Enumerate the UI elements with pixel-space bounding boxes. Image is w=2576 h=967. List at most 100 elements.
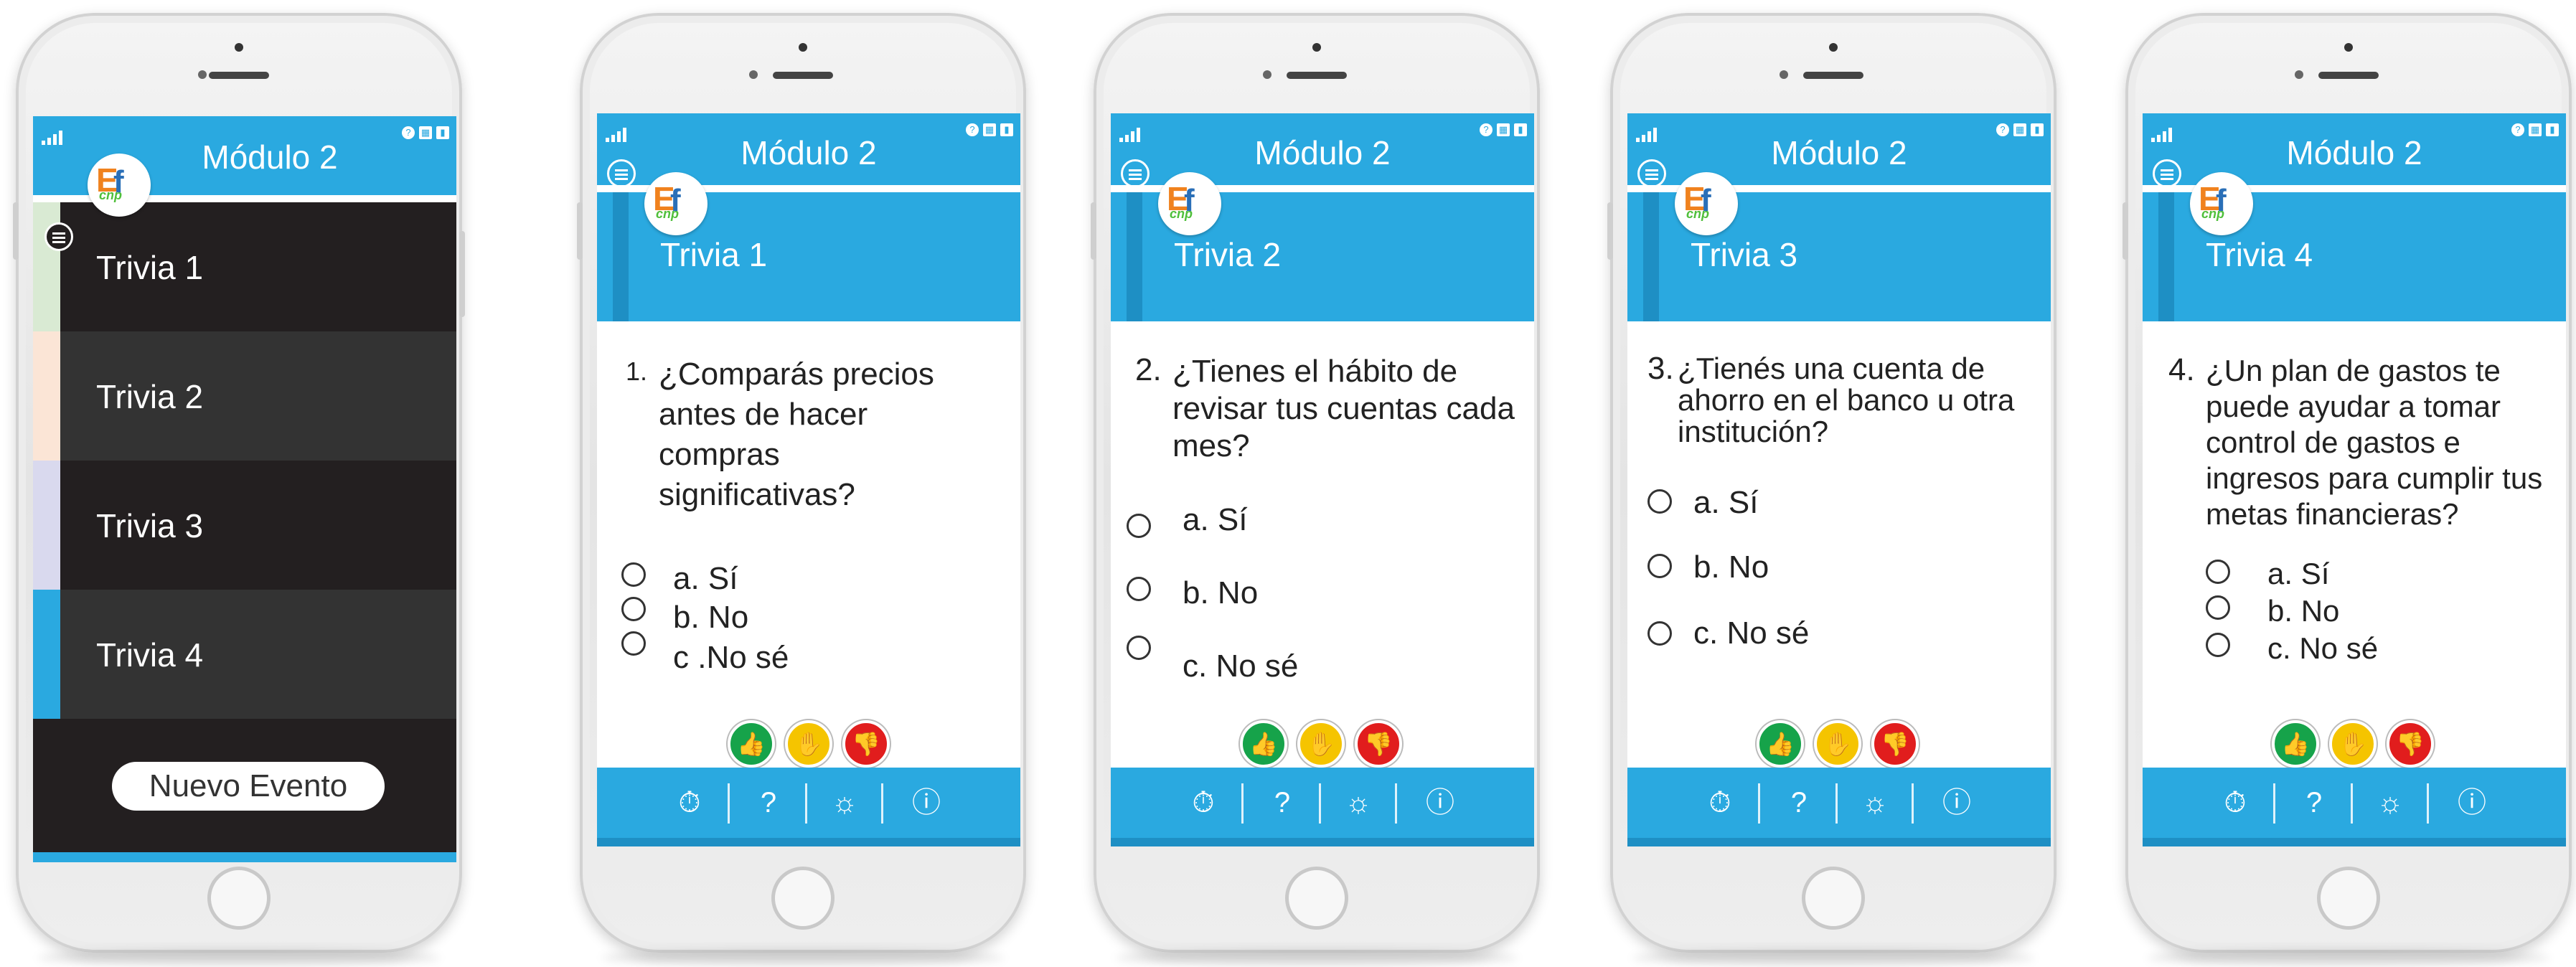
phone-trivia-3: Módulo 2 ? ▦ ▮ Trivia 3 Ef cnp 3. ¿Tienés u…: [1607, 13, 2056, 953]
help-icon[interactable]: ?: [1263, 783, 1302, 822]
status-icons: ? ▦ ▮: [402, 126, 449, 139]
header-strip: [1127, 192, 1142, 321]
side-button: [13, 202, 19, 260]
option-c-radio[interactable]: [621, 631, 646, 656]
menu-item-trivia-4[interactable]: Trivia 4: [33, 590, 456, 719]
nav-separator: [1241, 783, 1244, 824]
hand-icon[interactable]: ✋: [785, 720, 832, 768]
question-text: 3. ¿Tienés una cuenta de ahorro en el ba…: [1647, 353, 2048, 448]
home-button: [771, 867, 835, 930]
stopwatch-icon[interactable]: ⏱: [670, 783, 709, 822]
earpiece: [1803, 72, 1863, 79]
menu-accent: [33, 202, 60, 331]
battery-icon: ▮: [2031, 123, 2044, 136]
info-icon[interactable]: ⓘ: [1937, 783, 1976, 822]
bottom-nav: ⏱ ? ☼ ⓘ: [1111, 768, 1534, 846]
menu-icon[interactable]: [1121, 159, 1150, 188]
hand-icon[interactable]: ✋: [2329, 720, 2377, 768]
nav-separator: [1835, 783, 1838, 824]
option-b-radio[interactable]: [1127, 577, 1151, 601]
option-b-label: b. No: [673, 600, 749, 635]
lightbulb-icon[interactable]: ☼: [1339, 783, 1378, 822]
battery-icon: ▮: [1000, 123, 1013, 136]
phone-trivia-4: Módulo 2 ? ▦ ▮ Trivia 4 Ef cnp 4. ¿Un plan …: [2123, 13, 2572, 953]
thumbs-up-icon[interactable]: 👍: [728, 720, 775, 768]
menu-icon[interactable]: [2153, 159, 2181, 188]
nav-separator: [1395, 783, 1397, 824]
trivia-title: Trivia 3: [1691, 236, 1798, 273]
thumbs-down-icon[interactable]: 👎: [842, 720, 890, 768]
thumbs-down-icon[interactable]: 👎: [1871, 720, 1919, 768]
earpiece: [209, 72, 269, 79]
menu-item-trivia-1[interactable]: Trivia 1: [33, 202, 456, 331]
option-a-radio[interactable]: [2206, 560, 2230, 584]
hand-icon[interactable]: ✋: [1814, 720, 1861, 768]
option-a-radio[interactable]: [621, 562, 646, 587]
lightbulb-icon[interactable]: ☼: [2371, 783, 2410, 822]
stopwatch-icon[interactable]: ⏱: [2216, 783, 2255, 822]
option-c-radio[interactable]: [2206, 633, 2230, 657]
option-b-radio[interactable]: [2206, 595, 2230, 620]
earpiece: [2318, 72, 2379, 79]
menu-accent: [33, 590, 60, 719]
thumbs-down-icon[interactable]: 👎: [2387, 720, 2434, 768]
nav-separator: [2427, 783, 2429, 824]
screen-trivia-4: Módulo 2 ? ▦ ▮ Trivia 4 Ef cnp 4. ¿Un plan …: [2143, 113, 2566, 846]
screen-menu: Módulo 2 ? ▦ ▮ Trivia 1 Trivia 2 Trivia 3 …: [33, 116, 456, 862]
status-icons: ? ▦ ▮: [1480, 123, 1527, 136]
grid-status-icon: ▦: [983, 123, 996, 136]
menu-item-trivia-2[interactable]: Trivia 2: [33, 331, 456, 461]
option-b-radio[interactable]: [621, 597, 646, 621]
menu-item-label: Trivia 1: [96, 249, 204, 286]
info-icon[interactable]: ⓘ: [2453, 783, 2491, 822]
option-c-radio[interactable]: [1127, 636, 1151, 660]
help-icon[interactable]: ?: [749, 783, 788, 822]
option-c-radio[interactable]: [1647, 621, 1672, 646]
option-c-label: c. No sé: [1693, 615, 1810, 651]
menu-item-trivia-3[interactable]: Trivia 3: [33, 461, 456, 590]
stopwatch-icon[interactable]: ⏱: [1701, 783, 1739, 822]
grid-status-icon: ▦: [2529, 123, 2542, 136]
question-text: 2. ¿Tienes el hábito de revisar tus cuen…: [1135, 353, 1523, 465]
help-status-icon: ?: [402, 126, 415, 139]
lightbulb-icon[interactable]: ☼: [825, 783, 864, 822]
app-logo: Ef cnp: [88, 154, 151, 217]
option-a-label: a. Sí: [1183, 502, 1248, 537]
help-status-icon: ?: [1480, 123, 1493, 136]
option-a-radio[interactable]: [1647, 489, 1672, 514]
signal-icon: [42, 129, 62, 145]
menu-accent: [33, 461, 60, 590]
side-button: [2123, 202, 2128, 260]
side-button: [577, 202, 583, 260]
phone-trivia-2: Módulo 2 ? ▦ ▮ Trivia 2 Ef cnp 2. ¿Tienes e…: [1091, 13, 1540, 953]
stopwatch-icon[interactable]: ⏱: [1184, 783, 1223, 822]
help-status-icon: ?: [966, 123, 979, 136]
help-icon[interactable]: ?: [1780, 783, 1818, 822]
app-title: Módulo 2: [741, 134, 877, 171]
nav-separator: [2351, 783, 2353, 824]
new-event-button[interactable]: Nuevo Evento: [112, 762, 385, 811]
menu-item-label: Trivia 4: [96, 636, 204, 674]
help-icon[interactable]: ?: [2295, 783, 2333, 822]
option-b-label: b. No: [1183, 575, 1259, 610]
hand-icon[interactable]: ✋: [1297, 720, 1345, 768]
thumbs-up-icon[interactable]: 👍: [1240, 720, 1287, 768]
home-button: [1285, 867, 1348, 930]
thumbs-up-icon[interactable]: 👍: [2272, 720, 2319, 768]
sensor: [198, 70, 207, 79]
menu-icon[interactable]: [44, 222, 73, 251]
menu-icon[interactable]: [1637, 159, 1666, 188]
lightbulb-icon[interactable]: ☼: [1856, 783, 1894, 822]
info-icon[interactable]: ⓘ: [1421, 783, 1459, 822]
thumbs-up-icon[interactable]: 👍: [1757, 720, 1804, 768]
app-bar: Módulo 2 ? ▦ ▮: [1111, 113, 1534, 185]
battery-icon: ▮: [2546, 123, 2559, 136]
option-a-radio[interactable]: [1127, 514, 1151, 538]
app-title: Módulo 2: [1771, 134, 1907, 171]
info-icon[interactable]: ⓘ: [907, 783, 946, 822]
screen-trivia-3: Módulo 2 ? ▦ ▮ Trivia 3 Ef cnp 3. ¿Tienés u…: [1627, 113, 2051, 846]
option-b-radio[interactable]: [1647, 554, 1672, 578]
side-button: [1091, 202, 1096, 260]
thumbs-down-icon[interactable]: 👎: [1355, 720, 1402, 768]
menu-icon[interactable]: [607, 159, 636, 188]
